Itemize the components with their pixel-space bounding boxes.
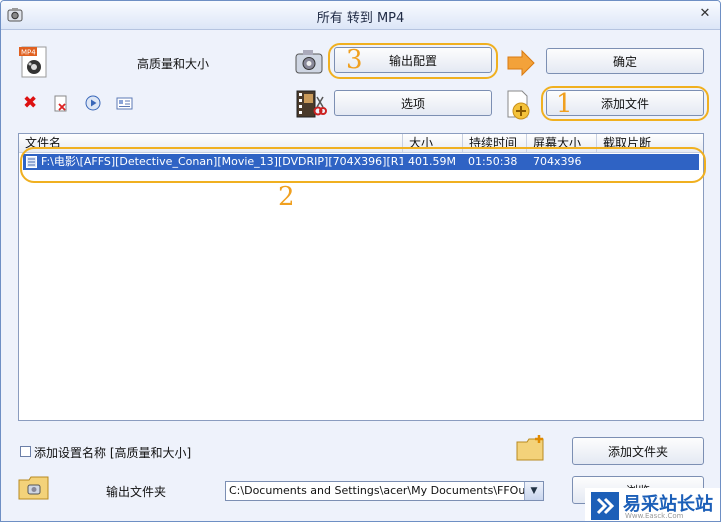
preset-label: 高质量和大小	[137, 57, 210, 71]
ok-label: 确定	[612, 55, 637, 69]
chevron-down-icon[interactable]: ▼	[524, 482, 543, 500]
clear-list-icon[interactable]	[53, 95, 69, 113]
remove-icon[interactable]: ✖	[23, 95, 39, 112]
watermark-subtext: Www.Easck.Com	[625, 512, 684, 520]
info-icon[interactable]	[116, 97, 133, 110]
add-setting-name-label[interactable]: 添加设置名称 [高质量和大小]	[34, 444, 191, 461]
add-setting-name-checkbox[interactable]	[20, 446, 31, 457]
output-folder-path: C:\Documents and Settings\acer\My Docume…	[229, 484, 544, 497]
options-label: 选项	[400, 97, 425, 111]
add-folder-label: 添加文件夹	[607, 445, 668, 459]
camera-settings-icon[interactable]	[294, 48, 324, 76]
arrow-right-icon	[507, 49, 535, 77]
mp4-format-icon: MP4	[19, 46, 47, 78]
annotation-2: 2	[278, 182, 295, 212]
ok-button[interactable]: 确定	[546, 48, 704, 74]
output-folder-path-select[interactable]: C:\Documents and Settings\acer\My Docume…	[225, 481, 544, 501]
title-bar: 所有 转到 MP4 ✕	[1, 1, 720, 30]
window-title: 所有 转到 MP4	[316, 11, 405, 26]
play-icon[interactable]	[85, 95, 101, 111]
svg-text:MP4: MP4	[21, 49, 36, 57]
add-file-icon[interactable]	[505, 89, 533, 121]
watermark-logo-icon	[591, 492, 619, 520]
main-window: 所有 转到 MP4 ✕ MP4 高质量和大小 输出配置 3 确定 ✖ 选项 添加…	[0, 0, 721, 522]
highlight-ring-2	[20, 147, 706, 183]
film-scissors-icon[interactable]	[295, 89, 327, 119]
watermark: 易采站长站 Www.Easck.Com	[585, 488, 720, 521]
options-button[interactable]: 选项	[334, 90, 492, 116]
output-folder-icon	[18, 476, 49, 500]
add-folder-button[interactable]: 添加文件夹	[572, 437, 704, 465]
add-folder-icon[interactable]	[516, 434, 546, 462]
output-folder-label: 输出文件夹	[106, 485, 167, 499]
annotation-3: 3	[346, 45, 363, 75]
annotation-1: 1	[556, 89, 573, 119]
close-icon[interactable]: ✕	[698, 7, 712, 21]
